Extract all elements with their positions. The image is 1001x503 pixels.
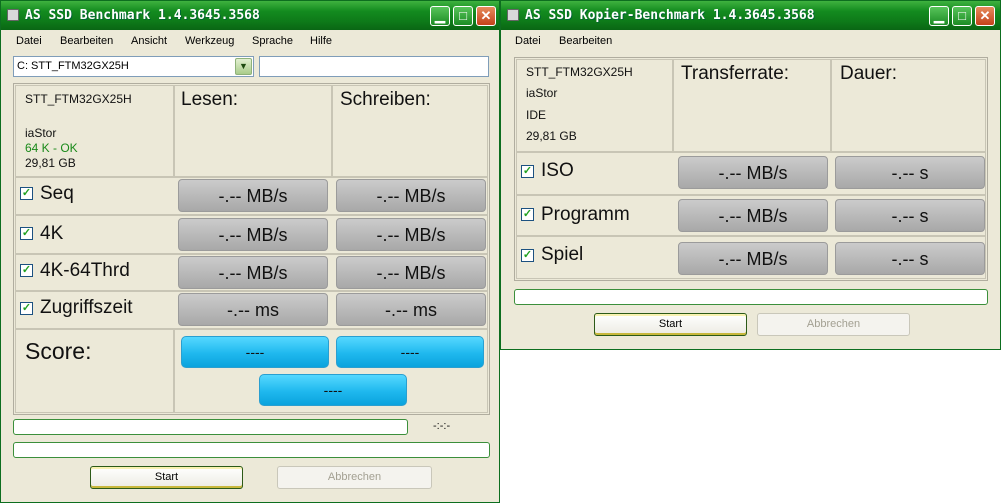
4k-checkbox[interactable]: ✓ [20,227,33,240]
iso-label: ISO [541,160,574,181]
seq-read-value: -.-- MB/s [178,179,328,212]
4k-64thrd-write-value: -.-- MB/s [336,256,486,289]
iso-time-value: -.-- s [835,156,985,189]
chevron-down-icon[interactable]: ▼ [235,58,252,75]
copy-titlebar[interactable]: AS SSD Kopier-Benchmark 1.4.3645.3568 ▁ … [501,1,1000,30]
drive-icon [507,9,519,21]
program-checkbox[interactable]: ✓ [521,208,534,221]
device-model: STT_FTM32GX25H [25,92,132,106]
copy-window-title: AS SSD Kopier-Benchmark 1.4.3645.3568 [525,8,815,23]
copy-device-model: STT_FTM32GX25H [526,65,633,79]
menu-werkzeug[interactable]: Werkzeug [185,35,234,47]
rate-column-header: Transferrate: [681,63,790,84]
menu-hilfe[interactable]: Hilfe [310,35,332,47]
main-titlebar[interactable]: AS SSD Benchmark 1.4.3645.3568 ▁ □ ✕ [1,1,499,30]
menu-ansicht[interactable]: Ansicht [131,35,167,47]
iso-checkbox[interactable]: ✓ [521,165,534,178]
access-time-label: Zugriffszeit [40,297,133,318]
copy-start-button[interactable]: Start [594,313,747,336]
abort-button[interactable]: Abbrechen [277,466,432,489]
results-grid: STT_FTM32GX25H iaStor 64 K - OK 29,81 GB… [13,83,490,415]
copy-progress-bar [514,289,988,305]
4k-64thrd-checkbox[interactable]: ✓ [20,264,33,277]
seq-checkbox[interactable]: ✓ [20,187,33,200]
device-driver: iaStor [25,126,57,140]
menu-bearbeiten[interactable]: Bearbeiten [559,35,612,47]
minimize-icon[interactable]: ▁ [430,6,450,26]
maximize-icon[interactable]: □ [952,6,972,26]
benchmark-progress-bar [13,419,408,435]
start-button[interactable]: Start [90,466,243,489]
write-column-header: Schreiben: [340,89,431,110]
elapsed-time: -:-:- [433,420,451,432]
4k-read-value: -.-- MB/s [178,218,328,251]
drive-select-value: C: STT_FTM32GX25H [17,60,129,72]
drive-select[interactable]: C: STT_FTM32GX25H ▼ [13,56,254,77]
copy-device-bus: IDE [526,108,547,122]
secondary-progress-bar [13,442,490,458]
seq-label: Seq [40,183,74,204]
main-window: AS SSD Benchmark 1.4.3645.3568 ▁ □ ✕ Dat… [0,0,500,503]
maximize-icon[interactable]: □ [453,6,473,26]
game-rate-value: -.-- MB/s [678,242,828,275]
copy-abort-button[interactable]: Abbrechen [757,313,910,336]
4k-64thrd-read-value: -.-- MB/s [178,256,328,289]
game-time-value: -.-- s [835,242,985,275]
score-label: Score: [25,338,92,364]
program-label: Programm [541,204,630,225]
close-icon[interactable]: ✕ [476,6,496,26]
access-time-write-value: -.-- ms [336,293,486,326]
copy-results-grid: STT_FTM32GX25H iaStor IDE 29,81 GB Trans… [514,57,988,281]
copy-device-driver: iaStor [526,86,558,100]
time-column-header: Dauer: [840,63,898,84]
4k-64thrd-label: 4K-64Thrd [40,260,130,281]
game-checkbox[interactable]: ✓ [521,249,534,262]
copy-window: AS SSD Kopier-Benchmark 1.4.3645.3568 ▁ … [500,0,1001,350]
close-icon[interactable]: ✕ [975,6,995,26]
score-read: ---- [181,336,329,368]
main-window-title: AS SSD Benchmark 1.4.3645.3568 [25,8,260,23]
seq-write-value: -.-- MB/s [336,179,486,212]
4k-label: 4K [40,223,64,244]
access-time-checkbox[interactable]: ✓ [20,302,33,315]
program-rate-value: -.-- MB/s [678,199,828,232]
copy-menubar: Datei Bearbeiten [501,30,1000,52]
score-total: ---- [259,374,407,406]
menu-sprache[interactable]: Sprache [252,35,293,47]
read-column-header: Lesen: [181,89,239,110]
info-textbox[interactable] [259,56,489,77]
menu-datei[interactable]: Datei [16,35,42,47]
game-label: Spiel [541,244,584,265]
score-write: ---- [336,336,484,368]
drive-icon [7,9,19,21]
access-time-read-value: -.-- ms [178,293,328,326]
minimize-icon[interactable]: ▁ [929,6,949,26]
main-menubar: Datei Bearbeiten Ansicht Werkzeug Sprach… [1,30,499,52]
menu-datei[interactable]: Datei [515,35,541,47]
menu-bearbeiten[interactable]: Bearbeiten [60,35,113,47]
device-size: 29,81 GB [25,156,76,170]
program-time-value: -.-- s [835,199,985,232]
iso-rate-value: -.-- MB/s [678,156,828,189]
copy-device-size: 29,81 GB [526,129,577,143]
device-align-status: 64 K - OK [25,141,78,155]
4k-write-value: -.-- MB/s [336,218,486,251]
